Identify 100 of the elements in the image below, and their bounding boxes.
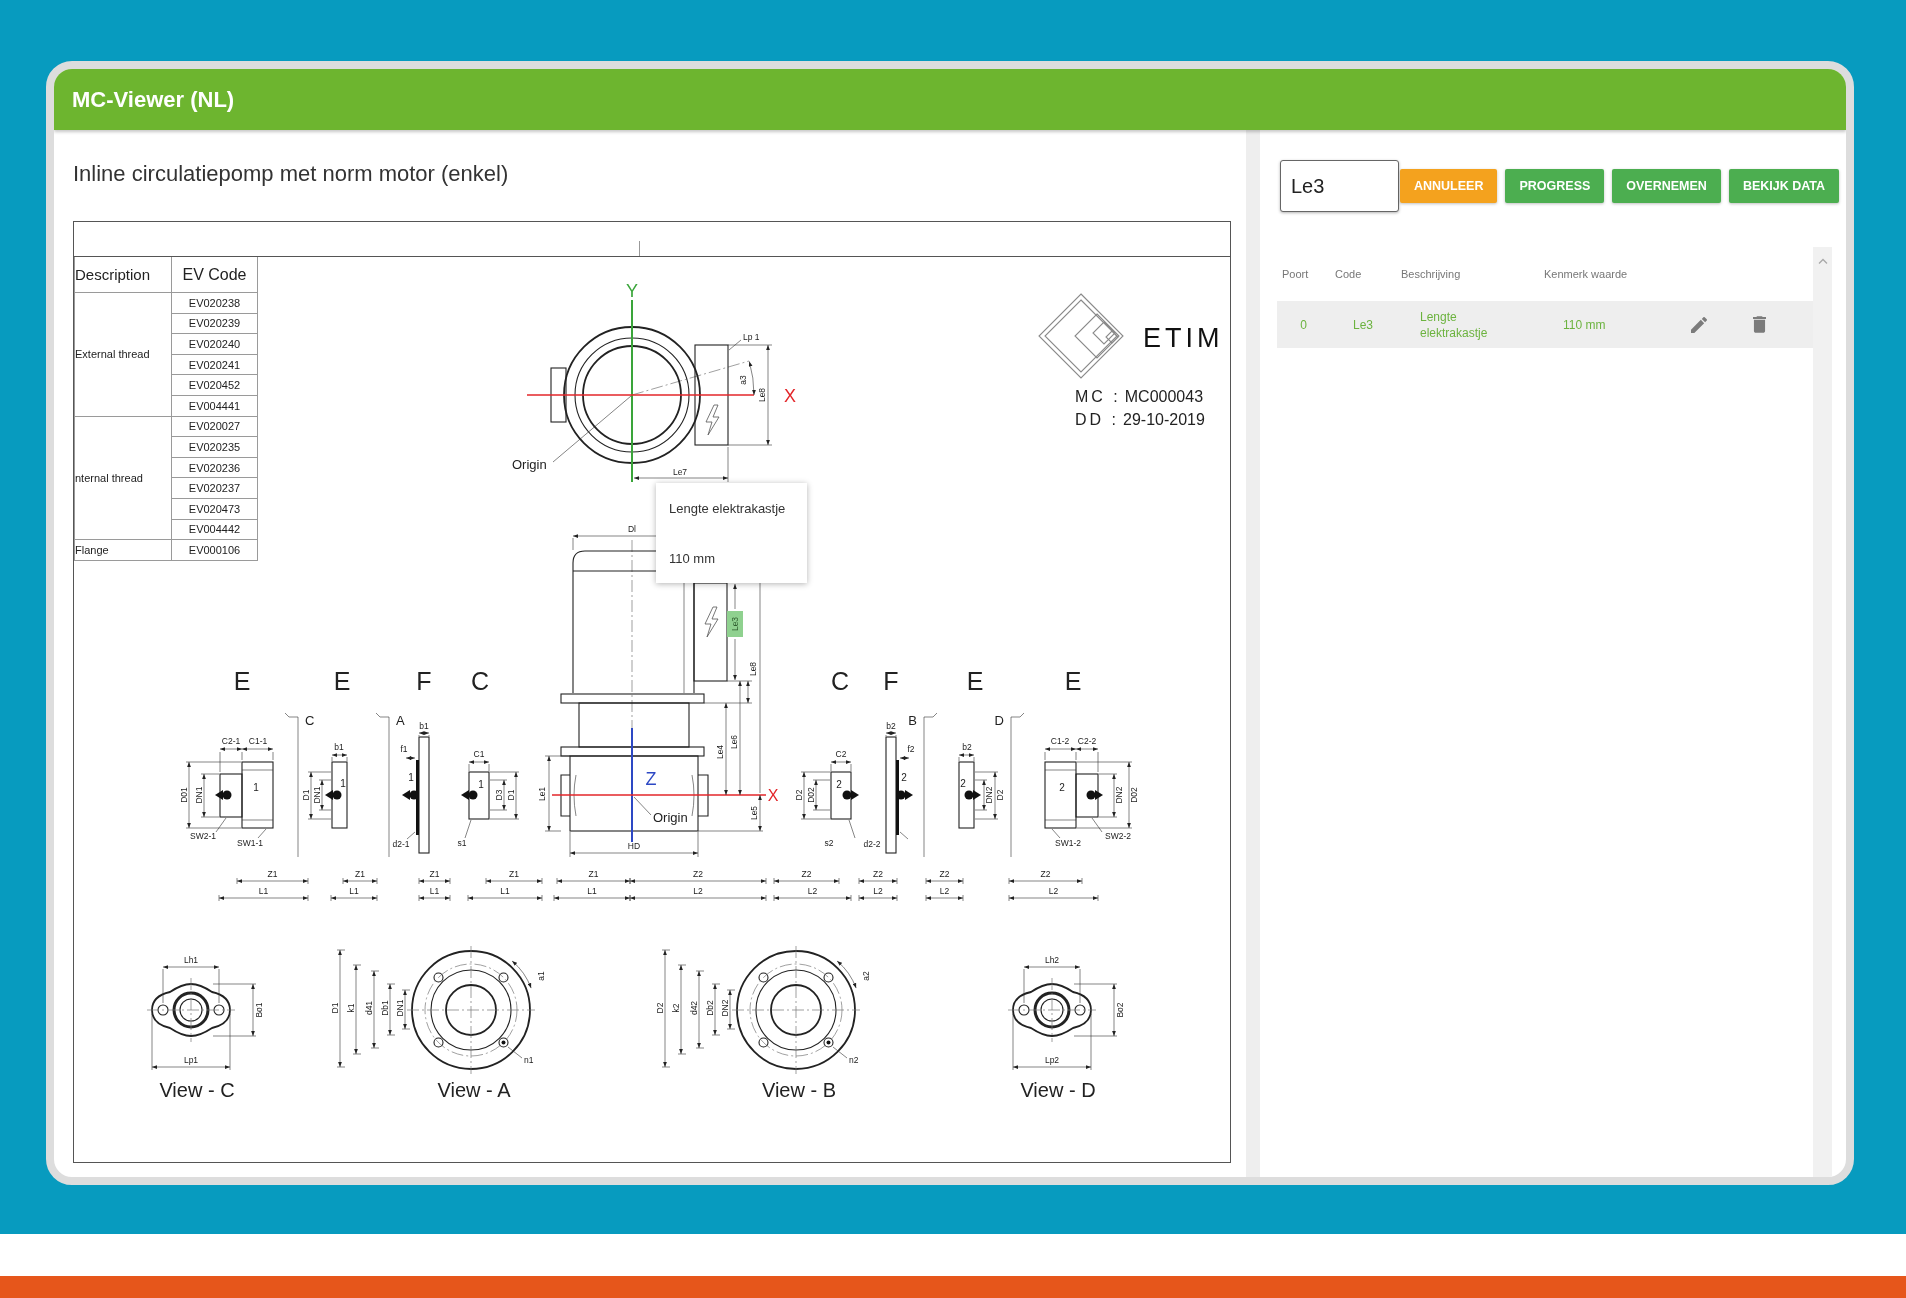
dimension-label: Z1 (355, 869, 365, 879)
dimension-label: C1 (473, 749, 485, 759)
scroll-up-icon[interactable] (1817, 258, 1828, 264)
dimension-label: Bo1 (254, 1002, 264, 1018)
thread-end (958, 761, 975, 829)
trash-icon[interactable] (1752, 316, 1766, 333)
dimension-label: b2 (962, 742, 972, 752)
port-number: 2 (1059, 782, 1065, 793)
dimension-line (899, 756, 910, 760)
dimension-label: L1 (500, 886, 510, 896)
dimension-line (773, 877, 840, 885)
dimension-label: d2-2 (863, 839, 881, 849)
port-arrow-icon (1086, 790, 1103, 800)
table-cell: EV020452 (171, 374, 258, 396)
column-header: EV Code (171, 257, 258, 293)
action-button[interactable]: ANNULEER (1400, 169, 1498, 203)
dimension-line (342, 877, 378, 885)
dimension-label: Le1 (537, 786, 547, 802)
thread-end (331, 761, 348, 829)
dimension-label: b1 (419, 721, 429, 731)
code-input[interactable]: Le3 (1280, 160, 1399, 212)
dimension-label: Le5 (749, 805, 759, 821)
dimension-label: D02 (806, 787, 816, 803)
dimension-line (418, 731, 430, 737)
dimension-label: HD (627, 841, 641, 851)
table-row[interactable]: 0 Le3 Lengte elektrakastje 110 mm (1277, 301, 1813, 348)
diamond-logo-icon (1038, 293, 1124, 379)
dimension-label: L1 (258, 886, 269, 896)
socket-fitting (830, 771, 852, 820)
leader-line (1091, 817, 1103, 833)
dimension-label: D1 (506, 789, 516, 801)
dimension-label: n1 (524, 1055, 534, 1065)
port-number: 2 (901, 772, 907, 783)
dimension-label: C2-1 (221, 736, 241, 746)
axis-label: X (767, 787, 779, 804)
dimension-label: DN1 (312, 786, 322, 804)
dimension-label: Z2 (873, 869, 883, 879)
dimension-line (858, 894, 898, 902)
dimension-label: L2 (1048, 886, 1059, 896)
dimension-line (405, 756, 416, 760)
connection-letter: F (416, 667, 432, 695)
origin-label: Origin (653, 810, 688, 825)
dimension-label: Z2 (693, 869, 703, 879)
dimension-line (418, 877, 451, 885)
dimension-line (511, 960, 532, 989)
dimension-line (162, 965, 220, 1004)
dimension-label: n2 (849, 1055, 859, 1065)
drawing-info: DD : 29-10-2019 (1075, 411, 1205, 428)
action-button[interactable]: OVERNEMEN (1612, 169, 1721, 203)
dimension-label: b2 (886, 721, 896, 731)
view-title: View - A (437, 1079, 511, 1101)
dimension-label: L2 (693, 886, 703, 896)
dimension-label: Z1 (509, 869, 519, 879)
connection-letter: E (333, 667, 351, 695)
dimension-line (1023, 965, 1081, 1004)
table-cell: EV020241 (171, 354, 258, 375)
scrollbar-track[interactable] (1813, 247, 1832, 1177)
leader-line (1051, 828, 1061, 839)
dimension-label: f2 (907, 744, 915, 754)
dimension-label: Dl (628, 524, 636, 534)
dimension-label: C1-1 (248, 736, 268, 746)
dimension-label: Z1 (588, 869, 599, 879)
dimension-label: Le8 (748, 661, 758, 677)
dimension-label: Lh2 (1044, 955, 1060, 965)
dimension-label: Z1 (429, 869, 440, 879)
dimension-label: D1 (301, 789, 311, 801)
leader-line (215, 817, 227, 833)
dimension-label: Db2 (705, 1000, 715, 1016)
connection-letter: E (233, 667, 251, 695)
pencil-icon[interactable] (1691, 316, 1707, 333)
dimension-label: f1 (400, 744, 408, 754)
table-cell: EV020240 (171, 333, 258, 355)
dimension-label: Z2 (939, 869, 950, 879)
action-button[interactable]: BEKIJK DATA (1728, 169, 1840, 203)
port-number: 1 (253, 782, 259, 793)
connection-letter: C (470, 667, 490, 695)
table-cell: EV004441 (171, 395, 258, 417)
connection-letter: E (966, 667, 984, 695)
column-header: Beschrijving (1400, 268, 1462, 280)
leader-line (464, 819, 472, 839)
port-arrow-icon (896, 790, 913, 800)
table-cell-text: Lengte elektrakastje (1419, 308, 1489, 341)
dimension-label: Lp 1 (743, 332, 760, 342)
dimension-label: Z2 (801, 869, 812, 879)
dimension-label: L2 (873, 886, 883, 896)
port-number: 1 (340, 778, 346, 789)
dimension-line (386, 983, 396, 1036)
table-cell-text: Le3 (1352, 317, 1374, 332)
dimension-line (958, 753, 975, 762)
dimension-label: Le7 (672, 467, 688, 477)
dimension-line (726, 989, 736, 1030)
dimension-label: DN2 (1114, 786, 1124, 804)
dimension-label: DN1 (395, 999, 405, 1017)
dimension-label: k2 (671, 1003, 681, 1013)
connection-letter: F (883, 667, 899, 695)
dimension-label: Le4 (715, 744, 725, 760)
dimension-label: D2 (794, 789, 804, 801)
action-button[interactable]: PROGRESS (1505, 169, 1605, 203)
dimension-line (418, 894, 451, 902)
axis-label: Y (626, 281, 638, 301)
